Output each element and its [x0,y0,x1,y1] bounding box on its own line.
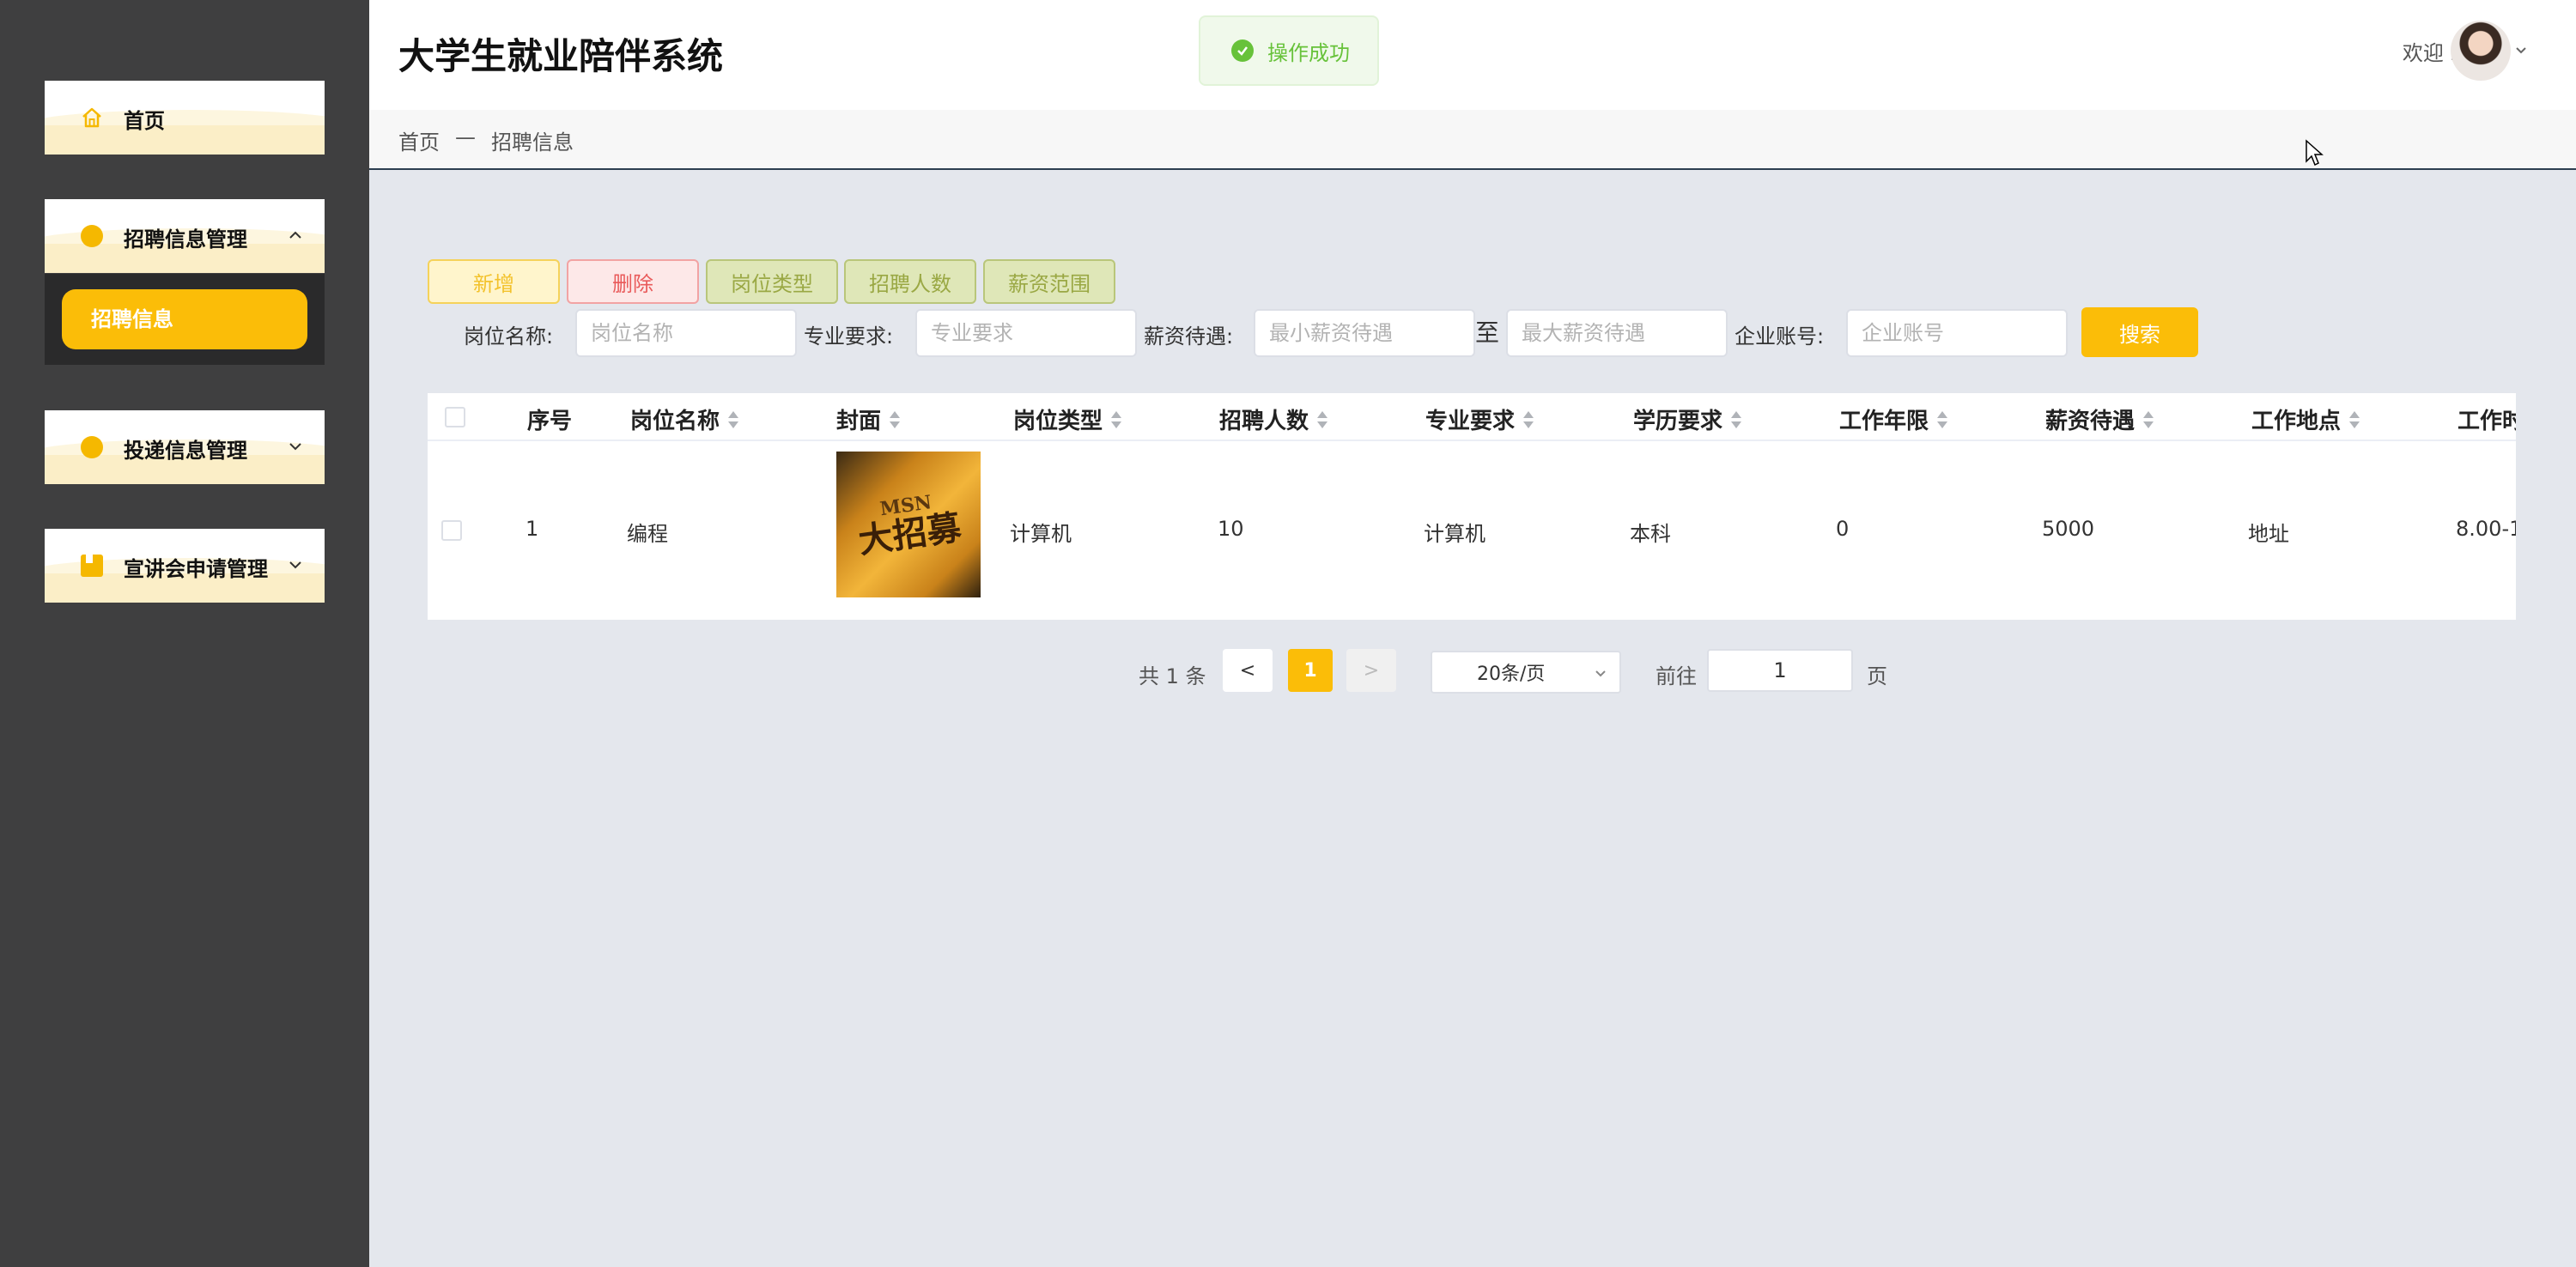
sidebar: 首页 招聘信息管理 招聘信息 投递信息管理 宣讲会申请管理 [0,0,369,1267]
column-header-education[interactable]: 学历要求 [1633,403,1742,435]
sidebar-item-label: 首页 [124,109,165,133]
submenu: 招聘信息 [45,274,325,365]
job-name-input[interactable] [575,309,797,357]
table-header: 序号 岗位名称 封面 岗位类型 招聘人数 专业要求 学历要求 工作年限 薪资待遇… [428,393,2516,441]
pagination-next-button[interactable]: > [1346,649,1396,692]
avatar[interactable] [2451,21,2511,81]
sort-icon[interactable] [890,410,901,429]
cell-recruit-count: 10 [1218,517,1244,541]
column-header-cover[interactable]: 封面 [836,403,901,435]
bookmark-icon [81,555,103,577]
company-account-input[interactable] [1846,309,2068,357]
page-size-value: 20条/页 [1477,664,1546,685]
success-toast: 操作成功 [1199,15,1379,86]
sort-icon[interactable] [1523,410,1534,429]
sort-icon[interactable] [2143,410,2154,429]
circle-icon [81,225,103,247]
sort-icon[interactable] [1937,410,1948,429]
page-size-select[interactable]: 20条/页 [1431,651,1621,694]
recruit-count-stats-button[interactable]: 招聘人数 [844,259,976,304]
breadcrumb-separator: — [455,125,476,149]
search-button[interactable]: 搜索 [2081,307,2198,357]
pagination-goto-label: 前往 [1656,664,1697,688]
cell-major: 计算机 [1424,522,1485,546]
check-circle-icon [1231,39,1254,62]
column-header-index: 序号 [527,409,573,434]
menu-decoration [45,125,325,155]
cell-job-name: 编程 [627,522,668,546]
add-button[interactable]: 新增 [428,259,560,304]
toast-message: 操作成功 [1267,40,1350,65]
sidebar-item-label: 招聘信息管理 [124,227,247,252]
chevron-up-icon [289,231,301,239]
sort-icon[interactable] [1317,410,1328,429]
sidebar-item-home[interactable]: 首页 [45,81,325,155]
major-input[interactable] [915,309,1137,357]
salary-min-input[interactable] [1254,309,1475,357]
cell-education: 本科 [1630,522,1671,546]
pagination-goto-input[interactable] [1707,649,1853,692]
column-header-location[interactable]: 工作地点 [2251,403,2360,435]
home-icon [82,107,101,128]
sidebar-item-recruitment-management[interactable]: 招聘信息管理 [45,199,325,273]
select-all-checkbox[interactable] [445,407,465,427]
sidebar-item-seminar-management[interactable]: 宣讲会申请管理 [45,529,325,603]
cell-work-years: 0 [1836,517,1850,541]
sort-icon[interactable] [1111,410,1122,429]
column-header-recruit-count[interactable]: 招聘人数 [1219,403,1328,435]
column-header-job-type[interactable]: 岗位类型 [1013,403,1122,435]
chevron-down-icon[interactable] [2514,43,2528,57]
column-header-major[interactable]: 专业要求 [1425,403,1534,435]
major-label: 专业要求: [804,324,894,349]
breadcrumb: 首页 — 招聘信息 [398,125,574,155]
app-title: 大学生就业陪伴系统 [398,35,724,77]
row-checkbox[interactable] [441,520,462,541]
pagination-page-suffix: 页 [1867,664,1887,688]
cover-image-art: MSN 大招募 [855,491,964,562]
column-header-work-years[interactable]: 工作年限 [1839,403,1948,435]
sort-icon[interactable] [728,410,739,429]
breadcrumb-bar: 首页 — 招聘信息 [369,110,2576,170]
pagination-page-1[interactable]: 1 [1288,649,1333,692]
sort-icon[interactable] [1731,410,1742,429]
salary-label: 薪资待遇: [1144,324,1234,349]
chevron-down-icon [289,443,301,451]
column-header-job-name[interactable]: 岗位名称 [630,403,739,435]
cell-salary: 5000 [2042,517,2095,541]
range-to-label: 至 [1475,318,1500,347]
job-name-label: 岗位名称: [464,324,554,349]
sidebar-item-label: 投递信息管理 [124,439,247,463]
header: 大学生就业陪伴系统 操作成功 欢迎 22 [369,0,2576,110]
chevron-down-icon [1595,670,1606,677]
breadcrumb-current: 招聘信息 [491,130,574,155]
pagination-total: 共 1 条 [1139,664,1206,688]
cell-job-type: 计算机 [1010,522,1072,546]
cover-image[interactable]: MSN 大招募 [836,452,981,597]
salary-range-stats-button[interactable]: 薪资范围 [983,259,1115,304]
cell-index: 1 [526,517,539,541]
column-header-work-time[interactable]: 工作时 [2458,403,2516,435]
sort-icon[interactable] [2349,410,2360,429]
sidebar-item-delivery-management[interactable]: 投递信息管理 [45,410,325,484]
delete-button[interactable]: 删除 [567,259,699,304]
breadcrumb-home[interactable]: 首页 [398,125,440,155]
cell-work-time: 8.00-1 [2456,517,2516,541]
recruitment-table: 序号 岗位名称 封面 岗位类型 招聘人数 专业要求 学历要求 工作年限 薪资待遇… [428,393,2516,620]
mouse-cursor-icon [2306,139,2324,167]
circle-icon [81,436,103,458]
job-type-stats-button[interactable]: 岗位类型 [706,259,838,304]
column-header-salary[interactable]: 薪资待遇 [2045,403,2154,435]
sidebar-item-label: 宣讲会申请管理 [124,557,268,581]
company-account-label: 企业账号: [1735,324,1825,349]
sidebar-subitem-recruitment-info[interactable]: 招聘信息 [62,289,307,349]
cell-location: 地址 [2248,522,2289,546]
chevron-down-icon [289,561,301,569]
pagination-prev-button[interactable]: < [1223,649,1273,692]
salary-max-input[interactable] [1506,309,1728,357]
